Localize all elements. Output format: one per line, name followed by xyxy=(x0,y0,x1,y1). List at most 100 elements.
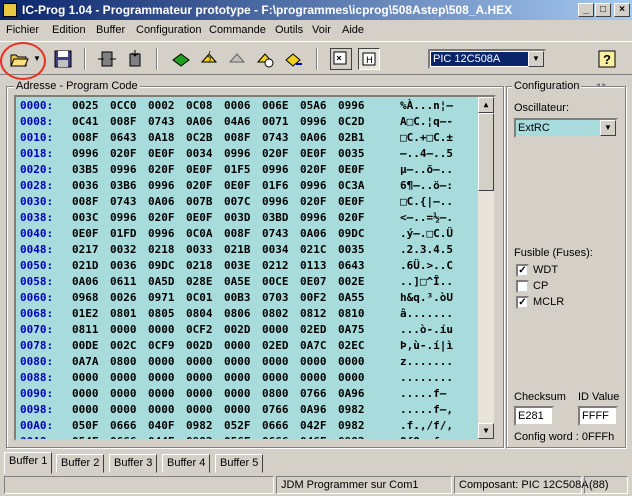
hex-word[interactable]: 0000 xyxy=(224,339,251,352)
hex-word[interactable]: 00DE xyxy=(72,339,99,352)
chevron-down-icon[interactable]: ▼ xyxy=(600,120,616,136)
hex-word[interactable]: 0982 xyxy=(186,435,213,439)
hex-word[interactable]: 0000 xyxy=(110,387,137,400)
hex-word[interactable]: 002E xyxy=(338,275,365,288)
hex-word[interactable]: 0A55 xyxy=(338,291,365,304)
hex-word[interactable]: 008F xyxy=(224,131,251,144)
device-select[interactable]: PIC 12C508A ▼ xyxy=(428,49,546,69)
hex-word[interactable]: 0000 xyxy=(148,371,175,384)
menu-configuration[interactable]: Configuration xyxy=(136,24,201,36)
hex-word[interactable]: 0000 xyxy=(186,387,213,400)
hex-word[interactable]: 0000 xyxy=(72,387,99,400)
vertical-scrollbar[interactable]: ▲ ▼ xyxy=(478,97,494,439)
hex-word[interactable]: 0A18 xyxy=(148,131,175,144)
hex-word[interactable]: 0666 xyxy=(110,419,137,432)
hex-word[interactable]: 0E0F xyxy=(72,227,99,240)
hex-word[interactable]: 0A06 xyxy=(300,131,327,144)
read-device-icon[interactable] xyxy=(170,48,192,70)
hex-word[interactable]: 008F xyxy=(224,227,251,240)
hex-view-icon[interactable]: H xyxy=(358,48,380,70)
hex-word[interactable]: 0000 xyxy=(148,355,175,368)
hex-word[interactable]: 00F2 xyxy=(300,291,327,304)
hex-word[interactable]: 040F xyxy=(148,419,175,432)
menu-voir[interactable]: Voir xyxy=(312,24,331,36)
hex-word[interactable]: 0035 xyxy=(338,147,365,160)
hex-word[interactable]: 007B xyxy=(186,195,213,208)
menu-commande[interactable]: Commande xyxy=(209,24,266,36)
menu-outils[interactable]: Outils xyxy=(275,24,303,36)
hex-word[interactable]: 03BD xyxy=(262,211,289,224)
hex-word[interactable]: 0968 xyxy=(72,291,99,304)
hex-word[interactable]: 04A6 xyxy=(224,115,251,128)
menu-buffer[interactable]: Buffer xyxy=(96,24,125,36)
hex-word[interactable]: 0000 xyxy=(72,371,99,384)
hex-word[interactable]: 021C xyxy=(300,243,327,256)
hex-word[interactable]: 0000 xyxy=(186,403,213,416)
panel-nav-arrows-icon[interactable]: ◂ ▸ xyxy=(596,80,606,89)
hex-word[interactable]: 0802 xyxy=(262,307,289,320)
hex-word[interactable]: 0000 xyxy=(224,355,251,368)
blank-check-icon[interactable] xyxy=(282,48,304,70)
hex-word[interactable]: 0801 xyxy=(110,307,137,320)
hex-word[interactable]: 052F xyxy=(224,419,251,432)
erase-device-icon[interactable] xyxy=(226,48,248,70)
hex-word[interactable]: 02ED xyxy=(262,339,289,352)
hex-word[interactable]: 0036 xyxy=(72,179,99,192)
hex-word[interactable]: 0000 xyxy=(186,355,213,368)
chip-program-icon[interactable] xyxy=(124,48,146,70)
hex-word[interactable]: 0E0F xyxy=(148,147,175,160)
hex-word[interactable]: 0000 xyxy=(110,371,137,384)
hex-word[interactable]: 0E0F xyxy=(224,179,251,192)
hex-word[interactable]: 01E2 xyxy=(72,307,99,320)
hex-word[interactable]: 0C01 xyxy=(186,291,213,304)
help-icon[interactable]: ? xyxy=(596,48,618,70)
tab-buffer-3[interactable]: Buffer 3 xyxy=(109,454,158,473)
hex-word[interactable]: 0766 xyxy=(262,403,289,416)
hex-word[interactable]: 0033 xyxy=(186,243,213,256)
hex-word[interactable]: 0982 xyxy=(338,403,365,416)
hex-word[interactable]: 02ED xyxy=(300,323,327,336)
hex-word[interactable]: 0000 xyxy=(300,371,327,384)
hex-word[interactable]: 0982 xyxy=(186,419,213,432)
hex-word[interactable]: 0810 xyxy=(338,307,365,320)
hex-word[interactable]: 046F xyxy=(300,435,327,439)
hex-word[interactable]: 0804 xyxy=(186,307,213,320)
hex-dump-view[interactable]: 0000: 0025 0CC0 0002 0C08 0006 006E 05A6 0996 %À.… xyxy=(14,95,496,441)
hex-word[interactable]: 0E0F xyxy=(338,163,365,176)
hex-word[interactable]: 03B6 xyxy=(110,179,137,192)
hex-word[interactable]: 021B xyxy=(224,243,251,256)
hex-word[interactable]: 0000 xyxy=(148,387,175,400)
hex-word[interactable]: 0A7C xyxy=(300,339,327,352)
hex-word[interactable]: 0C41 xyxy=(72,115,99,128)
hex-word[interactable]: 0A5D xyxy=(148,275,175,288)
hex-word[interactable]: 0A75 xyxy=(338,323,365,336)
hex-word[interactable]: 0643 xyxy=(338,259,365,272)
hex-word[interactable]: 00CE xyxy=(262,275,289,288)
hex-word[interactable]: 002D xyxy=(224,323,251,336)
hex-word[interactable]: 0A5E xyxy=(224,275,251,288)
hex-word[interactable]: 0C08 xyxy=(186,99,213,112)
verify-device-icon[interactable] xyxy=(254,48,276,70)
hex-word[interactable]: 0CF2 xyxy=(186,323,213,336)
hex-word[interactable]: 0996 xyxy=(110,211,137,224)
hex-word[interactable]: 0996 xyxy=(262,163,289,176)
tab-buffer-1[interactable]: Buffer 1 xyxy=(4,452,53,474)
tab-buffer-2[interactable]: Buffer 2 xyxy=(56,454,105,473)
hex-word[interactable]: 0812 xyxy=(300,307,327,320)
chip-read-icon[interactable] xyxy=(96,48,118,70)
tab-buffer-4[interactable]: Buffer 4 xyxy=(162,454,211,473)
hex-word[interactable]: 0666 xyxy=(110,435,137,439)
tab-buffer-5[interactable]: Buffer 5 xyxy=(215,454,264,473)
close-button[interactable]: × xyxy=(614,3,630,17)
hex-word[interactable]: 0006 xyxy=(224,99,251,112)
hex-word[interactable]: 0A06 xyxy=(148,195,175,208)
oscillator-select[interactable]: ExtRC ▼ xyxy=(514,118,618,138)
hex-word[interactable]: 0C2D xyxy=(338,115,365,128)
hex-word[interactable]: 0805 xyxy=(148,307,175,320)
hex-word[interactable]: 0000 xyxy=(300,355,327,368)
hex-word[interactable]: 0071 xyxy=(262,115,289,128)
hex-word[interactable]: 01F6 xyxy=(262,179,289,192)
hex-word[interactable]: 0000 xyxy=(186,371,213,384)
hex-word[interactable]: 0000 xyxy=(338,355,365,368)
hex-word[interactable]: 0A06 xyxy=(72,275,99,288)
